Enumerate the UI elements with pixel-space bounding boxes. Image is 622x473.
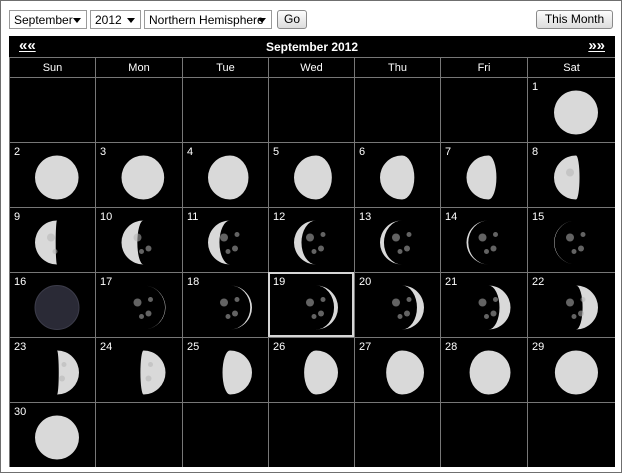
hemisphere-select-value: Northern Hemisphere xyxy=(149,13,264,27)
moon-phase-icon xyxy=(554,155,580,200)
calendar-title: September 2012 xyxy=(265,40,359,54)
day-cell[interactable]: 10 xyxy=(95,207,182,272)
toolbar: September 2012 Northern Hemisphere Go Th… xyxy=(1,1,621,35)
next-month-link[interactable]: »» xyxy=(588,37,605,54)
day-cell[interactable]: 4 xyxy=(182,142,268,207)
day-cell[interactable]: 15 xyxy=(527,207,615,272)
moon-phase-icon xyxy=(121,155,165,200)
empty-cell xyxy=(440,402,527,467)
month-select-value: September xyxy=(14,13,73,27)
weekday-header-tue: Tue xyxy=(182,57,268,77)
day-cell[interactable]: 13 xyxy=(354,207,440,272)
empty-cell xyxy=(95,77,182,142)
day-cell[interactable]: 9 xyxy=(9,207,95,272)
day-cell[interactable]: 25 xyxy=(182,337,268,402)
moon-phase-icon xyxy=(554,90,598,135)
day-cell[interactable]: 6 xyxy=(354,142,440,207)
day-cell[interactable]: 17 xyxy=(95,272,182,337)
weekday-header-wed: Wed xyxy=(268,57,354,77)
moon-phase-icon xyxy=(34,285,80,330)
chevron-down-icon xyxy=(73,18,81,23)
moon-phase-icon xyxy=(140,350,166,395)
empty-cell xyxy=(354,402,440,467)
empty-cell xyxy=(268,402,354,467)
day-cell[interactable]: 23 xyxy=(9,337,95,402)
month-select[interactable]: September xyxy=(9,10,87,29)
weekday-header-sat: Sat xyxy=(527,57,615,77)
moon-phase-icon xyxy=(566,285,598,330)
day-cell[interactable]: 28 xyxy=(440,337,527,402)
moon-phase-icon xyxy=(466,155,497,200)
moon-calendar-window: September 2012 Northern Hemisphere Go Th… xyxy=(0,0,622,473)
moon-phase-icon xyxy=(380,155,415,200)
day-cell[interactable]: 8 xyxy=(527,142,615,207)
moon-phase-icon xyxy=(554,220,586,265)
day-cell[interactable]: 24 xyxy=(95,337,182,402)
empty-cell xyxy=(440,77,527,142)
chevron-down-icon xyxy=(127,18,135,23)
day-cell[interactable]: 30 xyxy=(9,402,95,467)
day-cell[interactable]: 19 xyxy=(268,272,354,337)
moon-phase-icon xyxy=(220,285,252,330)
moon-phase-icon xyxy=(35,220,58,265)
day-cell[interactable]: 21 xyxy=(440,272,527,337)
empty-cell xyxy=(268,77,354,142)
moon-phase-icon xyxy=(478,285,511,330)
moon-phase-icon xyxy=(294,155,332,200)
moon-phase-icon xyxy=(121,220,152,265)
day-cell[interactable]: 16 xyxy=(9,272,95,337)
day-cell[interactable]: 29 xyxy=(527,337,615,402)
day-cell[interactable]: 22 xyxy=(527,272,615,337)
chevron-down-icon xyxy=(258,18,266,23)
calendar: «« September 2012 »» Sun Mon Tue Wed Thu… xyxy=(9,36,615,467)
day-cell[interactable]: 26 xyxy=(268,337,354,402)
weekday-header-fri: Fri xyxy=(440,57,527,77)
moon-phase-icon xyxy=(208,155,249,200)
empty-cell xyxy=(95,402,182,467)
empty-cell xyxy=(182,402,268,467)
hemisphere-select[interactable]: Northern Hemisphere xyxy=(144,10,272,29)
moon-phase-icon xyxy=(466,220,498,265)
weekday-header-sun: Sun xyxy=(9,57,95,77)
empty-cell xyxy=(9,77,95,142)
moon-phase-icon xyxy=(208,220,240,265)
empty-cell xyxy=(527,402,615,467)
day-cell[interactable]: 1 xyxy=(527,77,615,142)
day-cell[interactable]: 12 xyxy=(268,207,354,272)
day-cell[interactable]: 14 xyxy=(440,207,527,272)
day-cell[interactable]: 5 xyxy=(268,142,354,207)
moon-phase-icon xyxy=(57,350,79,395)
moon-phase-icon xyxy=(386,350,424,395)
moon-phase-icon xyxy=(304,350,338,395)
calendar-grid: Sun Mon Tue Wed Thu Fri Sat 1 2 3 4 5 6 7 8 9 10 1… xyxy=(9,57,615,467)
moon-phase-icon xyxy=(306,285,338,330)
day-cell[interactable]: 27 xyxy=(354,337,440,402)
empty-cell xyxy=(182,77,268,142)
weekday-header-thu: Thu xyxy=(354,57,440,77)
day-cell[interactable]: 18 xyxy=(182,272,268,337)
moon-phase-icon xyxy=(294,220,326,265)
calendar-header: «« September 2012 »» xyxy=(9,36,615,57)
moon-phase-icon xyxy=(392,285,424,330)
day-cell[interactable]: 7 xyxy=(440,142,527,207)
day-cell[interactable]: 20 xyxy=(354,272,440,337)
moon-phase-icon xyxy=(469,350,511,395)
empty-cell xyxy=(354,77,440,142)
this-month-button[interactable]: This Month xyxy=(536,10,613,29)
day-cell[interactable]: 11 xyxy=(182,207,268,272)
moon-phase-icon xyxy=(554,350,598,395)
moon-phase-icon xyxy=(35,155,79,200)
day-cell[interactable]: 2 xyxy=(9,142,95,207)
moon-phase-icon xyxy=(222,350,252,395)
go-button[interactable]: Go xyxy=(277,10,307,29)
year-select-value: 2012 xyxy=(95,13,122,27)
moon-phase-icon xyxy=(133,285,166,330)
weekday-header-mon: Mon xyxy=(95,57,182,77)
moon-phase-icon xyxy=(35,415,79,460)
moon-phase-icon xyxy=(380,220,412,265)
day-cell[interactable]: 3 xyxy=(95,142,182,207)
year-select[interactable]: 2012 xyxy=(90,10,141,29)
